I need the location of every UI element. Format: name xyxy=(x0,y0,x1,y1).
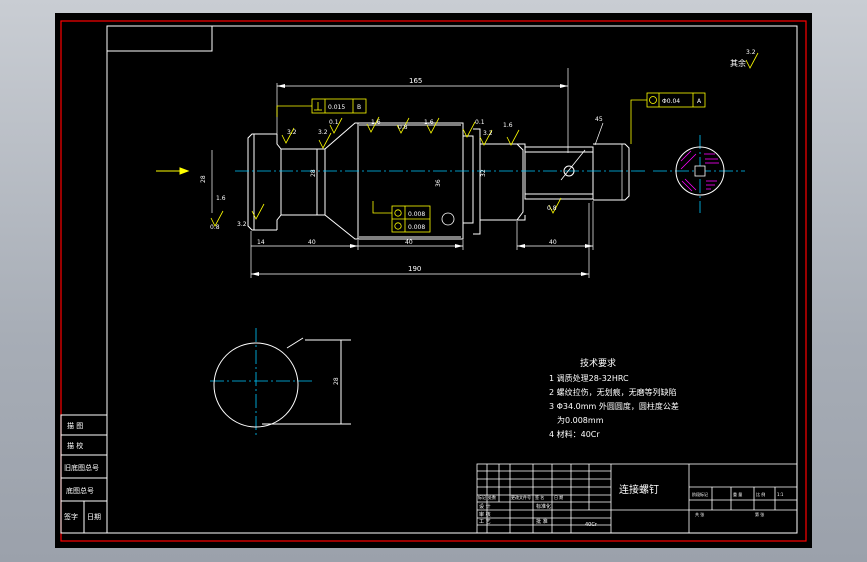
roughness-r12: 3.2 xyxy=(237,221,247,228)
roughness-r3: 0.1 xyxy=(329,119,339,126)
tb-process: 工 艺 xyxy=(479,519,491,525)
tb-material: 40Cr xyxy=(585,522,598,528)
perpendicularity-frame xyxy=(276,98,367,117)
tb-sign-e: 日 期 xyxy=(554,494,563,500)
dim-small-dia: 32 xyxy=(480,169,487,177)
roughness-r7: 0.1 xyxy=(475,119,485,126)
view-direction-arrow xyxy=(156,167,190,175)
dim-right-len: 40 xyxy=(549,239,557,246)
cyl-value: 0.008 xyxy=(408,211,425,218)
roughness-r10: 1.6 xyxy=(216,195,226,202)
roughness-r5: 0.8 xyxy=(398,124,408,131)
tb-approver: 批 准 xyxy=(536,518,548,525)
notes-line5: 4 材料：40Cr xyxy=(549,429,600,439)
dim-d2: 36 xyxy=(435,179,442,187)
datum-a-marker xyxy=(441,212,455,226)
tb-stage: 阶段标记 xyxy=(692,491,708,497)
tb-sign-a: 标记 xyxy=(478,494,486,500)
tb-designer: 设 计 xyxy=(479,503,491,510)
roughness-r4: 1.6 xyxy=(371,119,381,126)
notes-heading: 技术要求 xyxy=(580,357,616,369)
roughness-others-value: 3.2 xyxy=(746,49,756,56)
notes-line1: 1 调质处理28-32HRC xyxy=(549,373,629,383)
tb-scale-label: 比 例 xyxy=(756,491,765,497)
dimension-lines xyxy=(211,68,623,278)
tb-std: 标准化 xyxy=(536,503,551,510)
left-table-r2: 描 校 xyxy=(67,441,83,450)
dim-section-len: 40 xyxy=(405,239,413,246)
dim-left-dia: 28 xyxy=(200,175,207,183)
roughness-r1: 3.2 xyxy=(287,129,297,136)
left-table-r5a: 签字 xyxy=(64,512,78,521)
left-table-r4: 底图总号 xyxy=(66,486,94,495)
arrowheads xyxy=(251,84,593,276)
dim-top-overall: 165 xyxy=(409,77,422,85)
notes-line4: 为0.008mm xyxy=(557,415,604,425)
tb-weight: 重 量 xyxy=(733,491,742,497)
roughness-r2: 3.2 xyxy=(318,129,328,136)
chamfer-label: 45 xyxy=(595,116,603,123)
tb-sign-c: 更改文件号 xyxy=(511,494,531,500)
conc-datum: A xyxy=(697,98,702,105)
end-view-circle xyxy=(213,337,351,428)
sec-dia-label: 28 xyxy=(333,377,340,385)
tb-checker: 审 核 xyxy=(479,511,491,518)
tb-scale-value: 1:1 xyxy=(777,492,784,497)
roughness-r11: 0.8 xyxy=(210,224,220,231)
engineering-drawing: 描 图 描 校 旧底图总号 底图总号 签字 日期 165 190 14 40 4… xyxy=(60,20,807,542)
dim-d1: 28 xyxy=(310,169,317,177)
left-table-r5b: 日期 xyxy=(87,513,101,521)
tb-sheets: 共 张 xyxy=(695,511,704,517)
roughness-r6: 1.6 xyxy=(424,119,434,126)
tb-sign-b: 处数 xyxy=(488,494,496,500)
notes-line2: 2 螺纹拉伤，无划痕，无磨等列缺陷 xyxy=(549,387,677,397)
roughness-others-label: 其余 xyxy=(730,58,746,68)
round-value: 0.008 xyxy=(408,224,425,231)
left-table-r1: 描 图 xyxy=(67,421,83,430)
inner-border xyxy=(106,25,798,534)
dim-left-len: 14 xyxy=(257,239,265,246)
roughness-r9: 1.6 xyxy=(503,122,513,129)
outer-red-frame xyxy=(60,20,807,542)
tb-sign-d: 签 名 xyxy=(535,494,544,500)
dim-bottom-overall: 190 xyxy=(408,265,421,273)
roughness-r13: 0.8 xyxy=(547,205,557,212)
perp-value: 0.015 xyxy=(328,104,345,111)
conc-value: Φ0.04 xyxy=(662,98,680,105)
perp-datum: B xyxy=(357,104,361,111)
part-name: 连接螺钉 xyxy=(619,483,659,496)
left-table-r3: 旧底图总号 xyxy=(64,463,99,472)
roughness-symbols xyxy=(210,52,759,227)
corner-code-box xyxy=(106,25,213,52)
cad-viewport[interactable]: 描 图 描 校 旧底图总号 底图总号 签字 日期 165 190 14 40 4… xyxy=(55,13,812,548)
roughness-r8: 3.2 xyxy=(483,130,493,137)
dim-mid-len: 40 xyxy=(308,239,316,246)
tb-page: 第 张 xyxy=(755,511,764,517)
notes-line3: 3 Φ34.0mm 外圆圆度，圆柱度公差 xyxy=(549,401,679,411)
